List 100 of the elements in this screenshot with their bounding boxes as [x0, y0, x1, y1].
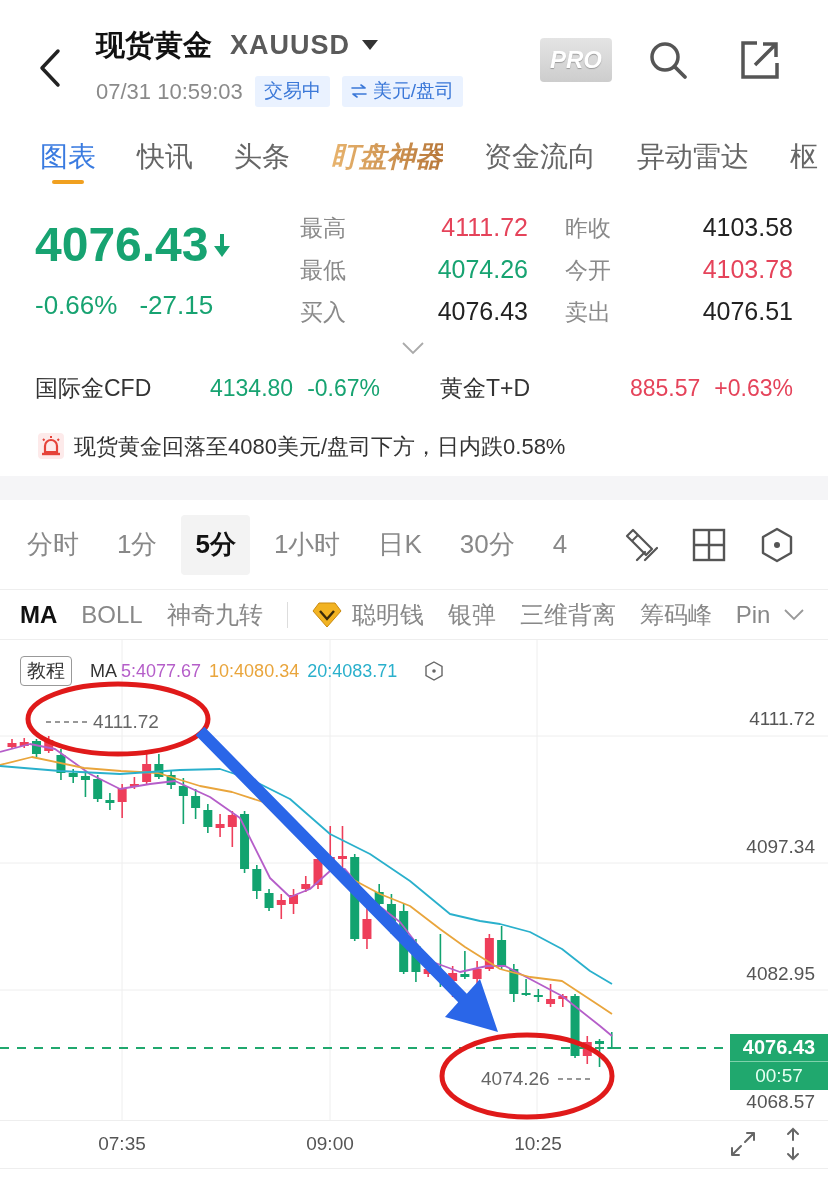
- stat-value: 4103.58: [701, 212, 793, 244]
- stat-label: 今开: [564, 255, 612, 285]
- period-tab[interactable]: 日K: [364, 514, 436, 575]
- indicator-tab[interactable]: 神奇九转: [166, 596, 263, 633]
- section-tab[interactable]: 快讯: [137, 140, 193, 184]
- last-price: 4076.43: [35, 217, 209, 273]
- candle: [32, 738, 41, 758]
- quote-timestamp: 07/31 10:59:03: [96, 77, 243, 106]
- stat-label: 卖出: [564, 297, 612, 327]
- indicator-tab[interactable]: 银弹: [447, 596, 496, 633]
- caret-icon[interactable]: [362, 40, 378, 51]
- countdown-label: 00:57: [754, 1064, 804, 1088]
- indicator-tab[interactable]: 聪明钱: [351, 596, 424, 633]
- section-tab[interactable]: 头条: [234, 140, 290, 184]
- period-tab[interactable]: 1小时: [259, 514, 355, 575]
- grid-icon[interactable]: [692, 527, 726, 562]
- candle: [129, 776, 139, 790]
- candle: [570, 993, 580, 1059]
- candle: [80, 770, 90, 798]
- marker-leader-line: [46, 720, 88, 724]
- period-tab[interactable]: 1分: [103, 514, 172, 575]
- stat-value: 4103.78: [701, 254, 793, 286]
- candle: [289, 888, 298, 915]
- candle: [497, 925, 507, 970]
- candle: [117, 783, 127, 819]
- candle: [484, 933, 494, 972]
- expand-icon[interactable]: [728, 1129, 758, 1159]
- candle: [546, 983, 556, 1008]
- down-arrow-icon: [212, 232, 231, 258]
- candle: [68, 768, 78, 784]
- candle: [166, 770, 176, 790]
- vertical-arrows-icon[interactable]: [785, 1127, 801, 1161]
- candle: [178, 777, 188, 825]
- period-tab[interactable]: 分时: [13, 514, 93, 575]
- candle: [472, 960, 482, 985]
- stat-value: 4076.51: [701, 296, 793, 328]
- candle: [521, 978, 531, 997]
- related-price: 885.57: [630, 373, 701, 403]
- back-icon[interactable]: [38, 48, 62, 88]
- section-tab[interactable]: 图表: [40, 140, 96, 184]
- period-tab[interactable]: 5分: [181, 514, 250, 575]
- stat-value: 4111.72: [440, 212, 528, 244]
- period-tab[interactable]: 30分: [445, 514, 529, 575]
- swap-icon: [350, 84, 367, 99]
- instrument-name: 国际金CFD: [35, 373, 153, 403]
- time-axis-label: 07:35: [98, 1132, 146, 1156]
- trading-status: 交易中: [254, 76, 330, 107]
- price-axis-label: 4068.57: [746, 1091, 815, 1114]
- share-icon[interactable]: [740, 40, 780, 80]
- change-amount: -27.15: [139, 289, 214, 322]
- indicator-tab[interactable]: 筹码峰: [639, 596, 712, 633]
- indicator-tab[interactable]: Pin: [735, 596, 771, 633]
- hexagon-icon[interactable]: [425, 661, 444, 681]
- price-axis-label: 4082.95: [746, 963, 815, 986]
- marker-leader-line: [557, 1077, 590, 1081]
- unit-toggle-button[interactable]: 美元/盘司: [341, 76, 464, 107]
- indicator-tab[interactable]: MA: [20, 596, 58, 633]
- candle: [460, 950, 470, 980]
- candle: [301, 875, 311, 893]
- search-icon[interactable]: [648, 40, 688, 80]
- news-alert-text[interactable]: 现货黄金回落至4080美元/盘司下方，日内跌0.58%: [74, 429, 566, 463]
- section-tab[interactable]: 异动雷达: [637, 140, 749, 184]
- instrument-name: 黄金T+D: [440, 373, 532, 403]
- indicator-tab[interactable]: BOLL: [81, 596, 143, 633]
- instrument-code: XAUUSD: [230, 29, 350, 62]
- candle: [7, 738, 17, 750]
- hexagon-icon[interactable]: [760, 526, 794, 563]
- average-value: 5:4077.67: [121, 659, 202, 683]
- candle: [215, 813, 225, 838]
- candle: [105, 792, 115, 811]
- time-axis-label: 09:00: [306, 1132, 354, 1156]
- period-tab[interactable]: 4: [538, 514, 582, 575]
- high-price-marker: 4111.72: [93, 710, 159, 734]
- pencil-icon[interactable]: [624, 526, 658, 563]
- price-axis-label: 4111.72: [749, 708, 815, 730]
- candle: [93, 774, 103, 803]
- section-tab[interactable]: 枢: [790, 140, 818, 184]
- stat-value: 4076.43: [436, 296, 528, 328]
- candle: [252, 864, 262, 900]
- low-price-marker: 4074.26: [481, 1067, 550, 1091]
- related-price: 4134.80: [210, 373, 294, 403]
- indicator-name: MA: [90, 659, 117, 683]
- tutorial-button[interactable]: 教程: [20, 656, 72, 686]
- average-value: 20:4083.71: [307, 659, 398, 683]
- alarm-icon: [38, 433, 64, 459]
- change-percent: -0.66%: [35, 289, 118, 322]
- average-value: 10:4080.34: [209, 659, 300, 683]
- diamond-icon: [311, 601, 342, 628]
- candle: [264, 888, 274, 912]
- section-tab[interactable]: 资金流向: [484, 140, 596, 184]
- candle: [509, 963, 519, 1003]
- stat-label: 买入: [300, 297, 347, 327]
- candle: [56, 748, 66, 781]
- chevron-down-icon[interactable]: [784, 608, 805, 621]
- indicator-tab[interactable]: 三维背离: [519, 596, 616, 633]
- stat-label: 最低: [300, 255, 347, 285]
- candle: [558, 993, 568, 1008]
- stat-value: 4074.26: [436, 254, 528, 286]
- candle: [276, 893, 286, 920]
- candle: [533, 988, 543, 1003]
